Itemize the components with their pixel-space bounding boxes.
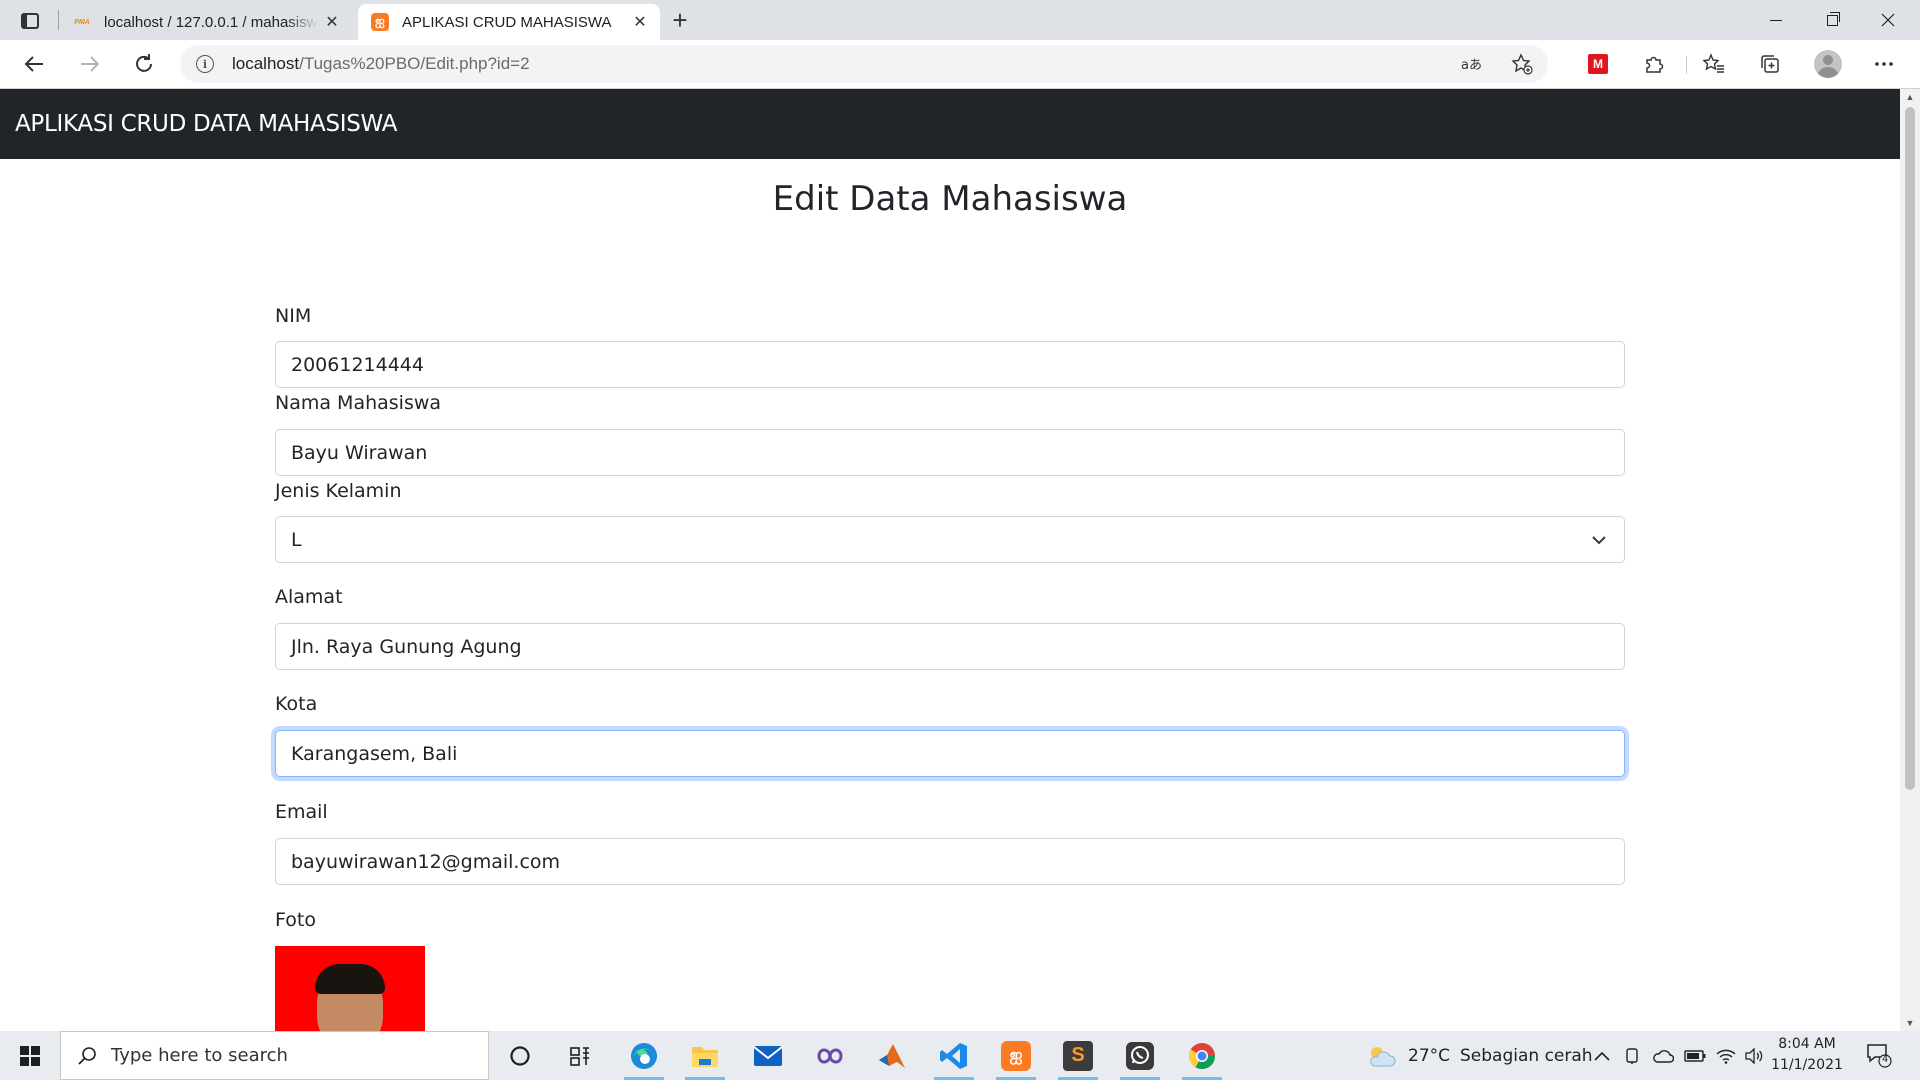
- jenis-kelamin-label: Jenis Kelamin: [275, 480, 402, 502]
- clock-date: 11/1/2021: [1771, 1057, 1843, 1073]
- chevron-down-icon: [1592, 536, 1606, 545]
- clock-time: 8:04 AM: [1778, 1036, 1836, 1052]
- reload-button[interactable]: [126, 46, 162, 82]
- edge-app-icon[interactable]: [616, 1035, 672, 1080]
- foto-label: Foto: [275, 909, 316, 931]
- close-tab-icon[interactable]: ✕: [626, 8, 654, 36]
- extensions-puzzle-icon[interactable]: [1638, 48, 1670, 80]
- scroll-down-icon[interactable]: ▼: [1900, 1015, 1920, 1031]
- collections-icon[interactable]: [1754, 48, 1786, 80]
- notification-center-icon[interactable]: 4: [1866, 1042, 1892, 1068]
- tab-actions-menu-icon[interactable]: [14, 8, 46, 34]
- onedrive-icon[interactable]: [1652, 1031, 1674, 1080]
- extension-red-icon[interactable]: M: [1582, 48, 1614, 80]
- sublime-text-icon[interactable]: S: [1050, 1035, 1106, 1080]
- read-aloud-icon[interactable]: aあ: [1458, 50, 1486, 78]
- weather-desc: Sebagian cerah: [1460, 1045, 1593, 1066]
- minimize-button[interactable]: [1748, 0, 1804, 40]
- nim-input[interactable]: 20061214444: [275, 341, 1625, 388]
- close-tab-icon[interactable]: ✕: [318, 8, 346, 36]
- phpmyadmin-icon: PMA: [74, 18, 90, 26]
- battery-icon[interactable]: [1684, 1031, 1706, 1080]
- tab-divider: [58, 10, 59, 30]
- email-label: Email: [275, 801, 328, 823]
- email-input[interactable]: bayuwirawan12@gmail.com: [275, 838, 1625, 885]
- add-favorite-icon[interactable]: [1508, 50, 1536, 78]
- address-bar[interactable]: i localhost/Tugas%20PBO/Edit.php?id=2 aあ: [180, 45, 1548, 83]
- chrome-icon[interactable]: [1174, 1035, 1230, 1080]
- page-viewport: APLIKASI CRUD DATA MAHASISWA Edit Data M…: [0, 89, 1900, 1031]
- matlab-icon[interactable]: [864, 1035, 920, 1076]
- favorites-icon[interactable]: [1698, 48, 1730, 80]
- windows-logo-icon: [20, 1045, 40, 1066]
- site-info-icon[interactable]: i: [196, 55, 214, 73]
- search-placeholder: Type here to search: [111, 1045, 288, 1066]
- nama-input[interactable]: Bayu Wirawan: [275, 429, 1625, 476]
- task-view-icon[interactable]: [552, 1035, 608, 1076]
- vscode-icon[interactable]: [926, 1035, 982, 1080]
- browser-toolbar: i localhost/Tugas%20PBO/Edit.php?id=2 aあ…: [0, 40, 1920, 89]
- notification-count: 4: [1881, 1054, 1889, 1065]
- forward-button[interactable]: [72, 46, 108, 82]
- browser-tab-phpmyadmin[interactable]: PMA localhost / 127.0.0.1 / mahasiswa ✕: [62, 4, 352, 40]
- weather-widget[interactable]: 27°C Sebagian cerah: [1366, 1031, 1593, 1080]
- scrollbar-thumb[interactable]: [1905, 107, 1915, 790]
- wifi-icon[interactable]: [1716, 1031, 1736, 1080]
- xampp-app-icon[interactable]: ஐ: [988, 1035, 1044, 1080]
- page-scrollbar[interactable]: ▲ ▼: [1900, 89, 1920, 1031]
- back-button[interactable]: [16, 46, 52, 82]
- volume-icon[interactable]: [1744, 1031, 1764, 1080]
- xampp-icon: ஐ: [370, 12, 390, 32]
- meet-now-icon[interactable]: [1624, 1031, 1642, 1080]
- weather-temp: 27°C: [1408, 1045, 1451, 1066]
- tab-title: APLIKASI CRUD MAHASISWA: [402, 13, 612, 31]
- kota-input[interactable]: Karangasem, Bali: [275, 730, 1625, 777]
- navbar-brand[interactable]: APLIKASI CRUD DATA MAHASISWA: [15, 111, 397, 137]
- close-window-button[interactable]: [1860, 0, 1916, 40]
- show-hidden-icons-icon[interactable]: [1594, 1031, 1610, 1080]
- kota-label: Kota: [275, 693, 318, 715]
- taskbar-search[interactable]: Type here to search: [60, 1031, 489, 1080]
- svg-text:aあ: aあ: [1461, 58, 1482, 73]
- windows-taskbar: Type here to search ஐ S 27°C Sebagian ce…: [0, 1031, 1920, 1080]
- new-tab-button[interactable]: +: [664, 5, 696, 35]
- visual-studio-icon[interactable]: [802, 1035, 858, 1076]
- browser-tab-strip: PMA localhost / 127.0.0.1 / mahasiswa ✕ …: [0, 0, 1920, 40]
- system-clock[interactable]: 8:04 AM 11/1/2021: [1762, 1034, 1852, 1078]
- mail-app-icon[interactable]: [740, 1035, 796, 1076]
- restore-button[interactable]: [1804, 0, 1860, 40]
- cortana-icon[interactable]: [492, 1035, 548, 1076]
- partly-sunny-icon: [1370, 1046, 1396, 1066]
- file-explorer-icon[interactable]: [677, 1035, 733, 1080]
- page-title: Edit Data Mahasiswa: [772, 179, 1128, 219]
- tab-title: localhost / 127.0.0.1 / mahasiswa: [104, 13, 318, 31]
- app-navbar: APLIKASI CRUD DATA MAHASISWA: [0, 89, 1900, 159]
- jenis-kelamin-select[interactable]: L: [275, 516, 1625, 563]
- url-path: /Tugas%20PBO/Edit.php?id=2: [299, 54, 530, 73]
- start-button[interactable]: [0, 1031, 60, 1080]
- url-host: localhost: [232, 54, 300, 73]
- scroll-up-icon[interactable]: ▲: [1900, 89, 1920, 105]
- nim-label: NIM: [275, 305, 312, 327]
- jenis-kelamin-selected: L: [291, 528, 302, 551]
- more-menu-icon[interactable]: [1868, 48, 1900, 80]
- nama-label: Nama Mahasiswa: [275, 392, 442, 414]
- whatsapp-icon[interactable]: [1112, 1035, 1168, 1080]
- browser-tab-crud[interactable]: ஐ APLIKASI CRUD MAHASISWA ✕: [358, 4, 660, 40]
- search-icon: [78, 1046, 96, 1065]
- toolbar-divider: [1686, 56, 1687, 74]
- profile-avatar[interactable]: [1812, 48, 1844, 80]
- alamat-input[interactable]: Jln. Raya Gunung Agung: [275, 623, 1625, 670]
- alamat-label: Alamat: [275, 586, 343, 608]
- student-photo: [275, 946, 425, 1031]
